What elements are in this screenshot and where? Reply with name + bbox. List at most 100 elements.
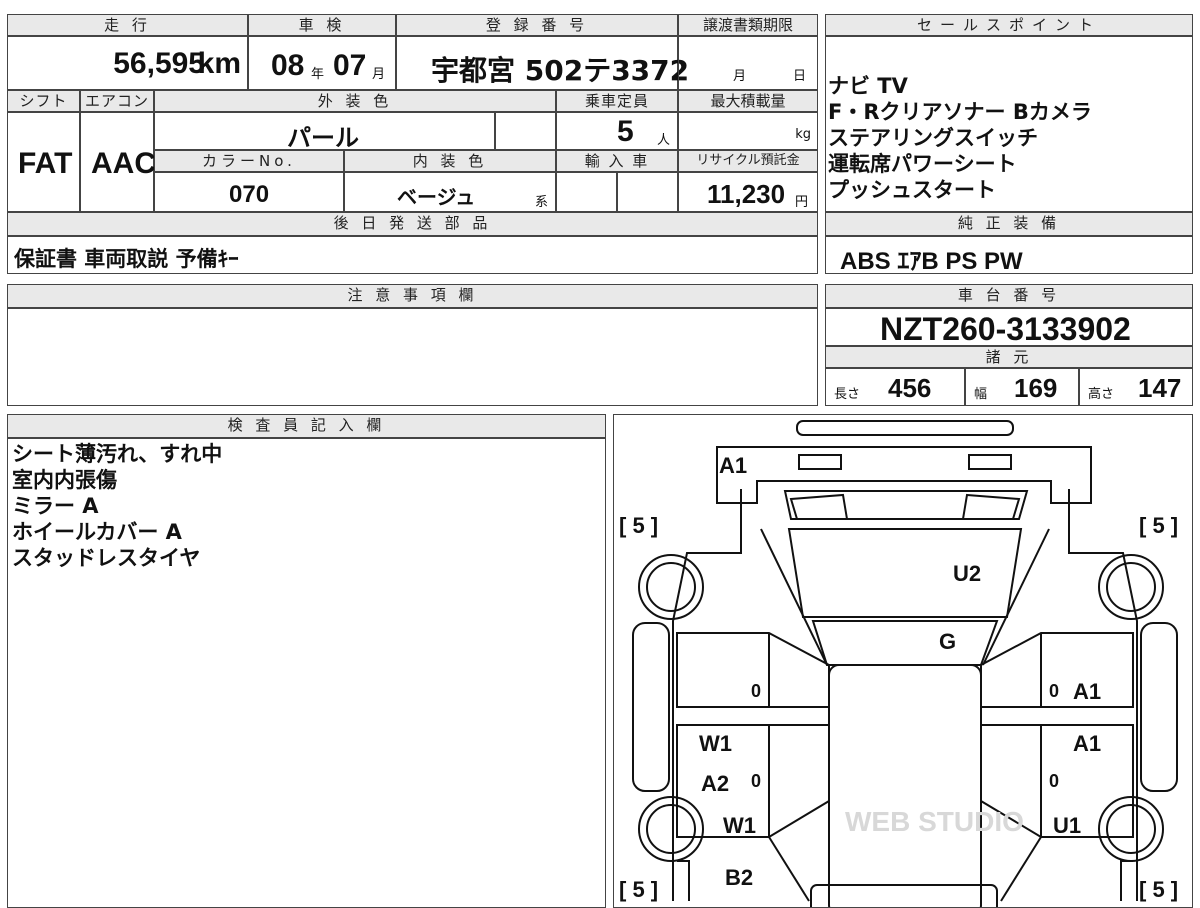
notes-header: 注 意 事 項 欄 [7, 284, 818, 308]
recycle-fee-header: リサイクル預託金 [678, 150, 818, 172]
height-value: 147 [1138, 373, 1182, 403]
left-rear-fender-damage: W1 [723, 813, 756, 838]
sales-points-header: セールスポイント [825, 14, 1193, 36]
sales-points-list: ナビ TV F・Rクリアソナー Bカメラ ステアリングスイッチ 運転席パワーシー… [828, 73, 1092, 203]
front-bumper-damage: A1 [719, 453, 747, 478]
inspector-header: 検 査 員 記 入 欄 [7, 414, 606, 438]
shift-header: シフト [7, 90, 80, 112]
length-value: 456 [888, 373, 932, 403]
tire-right-front-label: [ 5 ] [1139, 513, 1178, 538]
headlight-left-shape [798, 454, 842, 470]
car-diagram-panel: [ 5 ] [ 5 ] [ 5 ] [ 5 ] A1 U2 G 0 0 A1 A… [613, 414, 1193, 908]
hood-shape [787, 528, 1023, 618]
inspector-notes-list: シート薄汚れ、すれ中 室内内張傷 ミラー A ホイールカバー A スタッドレスタ… [12, 441, 222, 571]
capacity-header: 乗車定員 [556, 90, 678, 112]
exterior-color-value: パール [287, 124, 359, 152]
interior-color-header: 内 装 色 [344, 150, 556, 172]
left-side-rail-shape [632, 622, 670, 792]
capacity-value: 5 [617, 115, 634, 148]
inspector-note-item: スタッドレスタイヤ [12, 546, 201, 570]
mileage-unit: km [197, 47, 241, 80]
width-value: 169 [1014, 373, 1058, 403]
sales-point-item: 運転席パワーシート [828, 152, 1017, 176]
later-shipment-cell: 保証書 車両取説 予備ｷｰ [7, 236, 818, 274]
max-load-header: 最大積載量 [678, 90, 818, 112]
a-pillar-right [982, 528, 1050, 666]
import-cell-2 [617, 172, 678, 212]
length-cell: 長さ 456 [825, 368, 965, 406]
import-cell-1 [556, 172, 617, 212]
right-rear-door-damage: A1 [1073, 731, 1101, 756]
rear-left-corner [677, 860, 690, 901]
color-no-cell: 070 [154, 172, 344, 212]
sales-point-item: ナビ TV [828, 74, 908, 98]
interior-color-cell: ベージュ 系 [344, 172, 556, 212]
inspector-note-item: ホイールカバー A [12, 520, 182, 544]
height-cell: 高さ 147 [1079, 368, 1193, 406]
aircon-cell: AAC [80, 112, 156, 212]
front-bumper-shape [716, 446, 1092, 504]
genuine-equipment-cell: ABS ｴｱB PS PW [825, 236, 1193, 275]
inspection-month: 07 [333, 49, 367, 82]
windshield-damage: G [939, 629, 956, 654]
inspection-header: 車 検 [248, 14, 396, 36]
mileage-value: 56,595 [113, 47, 205, 80]
later-shipment-value: 保証書 車両取説 予備ｷｰ [14, 247, 239, 271]
aircon-header: エアコン [80, 90, 154, 112]
exterior-color-extra-cell [495, 112, 556, 150]
right-side-rail-shape [1140, 622, 1178, 792]
watermark: WEB STUDIO [845, 806, 1024, 837]
car-diagram: [ 5 ] [ 5 ] [ 5 ] [ 5 ] A1 U2 G 0 0 A1 A… [619, 420, 1178, 907]
grille-right-shape [961, 493, 1021, 520]
tire-left-front-label: [ 5 ] [619, 513, 658, 538]
c-pillar-right [1000, 836, 1042, 902]
genuine-equipment-header: 純 正 装 備 [825, 212, 1193, 236]
notes-body [7, 308, 818, 406]
width-label: 幅 [974, 387, 988, 402]
max-load-unit: kg [795, 127, 811, 142]
chassis-number-cell: NZT260-3133902 [825, 308, 1193, 347]
deadline-month-label: 月 [733, 69, 747, 84]
recycle-fee-unit: 円 [795, 195, 809, 210]
registration-header: 登 録 番 号 [396, 14, 678, 36]
body-left-outline [672, 489, 742, 901]
mileage-header: 走 行 [7, 14, 248, 36]
right-rear-door-zero: 0 [1049, 771, 1059, 791]
headlight-right-shape [968, 454, 1012, 470]
left-front-door-zero: 0 [751, 681, 761, 701]
transfer-deadline-cell: 月 日 [678, 36, 818, 90]
right-front-door-damage: A1 [1073, 679, 1101, 704]
recycle-fee-cell: 11,230 円 [678, 172, 818, 212]
left-rear-door-a-damage: A2 [701, 771, 729, 796]
chassis-number-header: 車 台 番 号 [825, 284, 1193, 308]
max-load-cell: kg [678, 112, 818, 150]
inspector-note-item: ミラー A [12, 494, 99, 518]
registration-cell: 宇都宮 502テ3372 [396, 36, 689, 90]
deadline-day-label: 日 [793, 69, 807, 84]
height-label: 高さ [1088, 387, 1115, 402]
sales-point-item: プッシュスタート [828, 178, 996, 202]
windshield-shape [811, 620, 999, 666]
grille-left-shape [789, 493, 849, 520]
inspector-body: シート薄汚れ、すれ中 室内内張傷 ミラー A ホイールカバー A スタッドレスタ… [7, 438, 606, 908]
left-rear-door-w-damage: W1 [699, 731, 732, 756]
chassis-number-value: NZT260-3133902 [880, 311, 1131, 347]
aircon-value: AAC [91, 147, 156, 180]
transfer-deadline-header: 譲渡書類期限 [678, 14, 818, 36]
genuine-equipment-value: ABS ｴｱB PS PW [840, 248, 1023, 275]
mileage-cell: 56,595 km [7, 36, 248, 90]
inspector-note-item: 室内内張傷 [12, 468, 117, 492]
grille-shape [783, 490, 1029, 520]
length-label: 長さ [834, 387, 861, 402]
right-front-door-zero: 0 [1049, 681, 1059, 701]
c-pillar-left [768, 836, 810, 902]
roof-shape [828, 664, 982, 907]
interior-color-suffix: 系 [535, 195, 549, 210]
inspector-note-item: シート薄汚れ、すれ中 [12, 442, 223, 466]
later-shipment-header: 後 日 発 送 部 品 [7, 212, 818, 236]
year-unit: 年 [311, 67, 325, 82]
registration-value: 宇都宮 502テ3372 [431, 54, 690, 87]
interior-color-value: ベージュ [397, 185, 476, 209]
exterior-color-cell: パール [154, 112, 495, 152]
capacity-cell: 5 人 [556, 112, 678, 150]
